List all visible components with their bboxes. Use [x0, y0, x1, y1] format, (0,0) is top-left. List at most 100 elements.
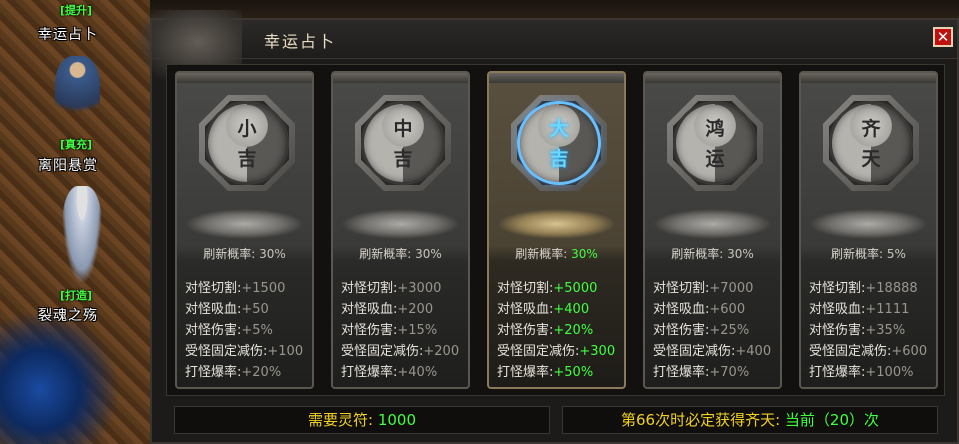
rate-value: 30%	[571, 247, 598, 261]
lucky-divination-panel: 幸运占卜 ✕ 小 吉 刷新概率: 30% 对怪切割:+1500 对怪吸血:+50…	[132, 10, 959, 444]
stat-label: 打怪爆率:	[185, 365, 242, 380]
npc-name-soul-rend[interactable]: 裂魂之殇	[38, 305, 98, 325]
stat-value: +100	[267, 344, 304, 359]
rate-label: 刷新概率:	[359, 247, 412, 261]
card-top-ornament	[645, 73, 780, 83]
npc-name-liyang-bounty[interactable]: 离阳悬赏	[38, 155, 98, 175]
rate-value: 5%	[886, 247, 906, 261]
fortune-char-top: 小	[237, 118, 257, 140]
rate-label: 刷新概率:	[831, 247, 884, 261]
stat-row: 对怪伤害:+35%	[809, 319, 934, 340]
stat-row: 受怪固定减伤:+200	[341, 340, 466, 361]
stat-value: +5%	[241, 323, 273, 338]
stat-row: 对怪吸血:+400	[497, 298, 622, 319]
card-top-ornament	[801, 73, 936, 83]
stat-label: 对怪切割:	[497, 281, 554, 296]
npc-tag: [提升]	[60, 4, 93, 17]
stat-label: 对怪切割:	[341, 281, 398, 296]
stat-value: +100%	[865, 365, 914, 380]
stat-row: 对怪吸血:+1111	[809, 298, 934, 319]
stat-label: 受怪固定减伤:	[809, 344, 892, 359]
stat-row: 对怪切割:+18888	[809, 277, 934, 298]
fortune-char-bottom: 天	[861, 148, 881, 170]
stats-list: 对怪切割:+7000 对怪吸血:+600 对怪伤害:+25% 受怪固定减伤:+4…	[653, 277, 778, 382]
stat-value: +400	[735, 344, 772, 359]
rate-value: 30%	[727, 247, 754, 261]
rate-label: 刷新概率:	[515, 247, 568, 261]
close-button[interactable]: ✕	[933, 27, 953, 47]
npc-tag: [真充]	[60, 138, 93, 151]
stat-value: +5000	[553, 281, 598, 296]
game-world-background-top	[150, 0, 959, 20]
stat-label: 对怪切割:	[653, 281, 710, 296]
stat-row: 对怪吸血:+50	[185, 298, 310, 319]
fortune-char-top: 大	[549, 118, 569, 140]
stat-label: 打怪爆率:	[341, 365, 398, 380]
stat-row: 对怪吸血:+600	[653, 298, 778, 319]
stat-label: 受怪固定减伤:	[497, 344, 580, 359]
fortune-char-bottom: 吉	[237, 148, 257, 170]
stat-label: 对怪伤害:	[185, 323, 242, 338]
rate-value: 30%	[259, 247, 286, 261]
stat-row: 打怪爆率:+70%	[653, 361, 778, 382]
stat-value: +200	[423, 344, 460, 359]
fortune-char-top: 中	[393, 118, 413, 140]
title-bar[interactable]: 幸运占卜 ✕	[132, 10, 957, 90]
stat-label: 对怪伤害:	[809, 323, 866, 338]
stat-value: +300	[579, 344, 616, 359]
taiji-icon: 中 吉	[364, 104, 442, 182]
stat-value: +50	[241, 302, 269, 317]
stat-value: +18888	[865, 281, 918, 296]
stat-value: +35%	[865, 323, 906, 338]
stat-value: +20%	[553, 323, 594, 338]
fortune-card-small-luck[interactable]: 小 吉 刷新概率: 30% 对怪切割:+1500 对怪吸血:+50 对怪伤害:+…	[175, 71, 314, 389]
stat-value: +200	[397, 302, 434, 317]
taiji-icon: 鸿 运	[676, 104, 754, 182]
stat-label: 受怪固定减伤:	[341, 344, 424, 359]
npc-figure-1[interactable]	[55, 56, 100, 126]
card-top-ornament	[177, 73, 312, 83]
fortune-card-grand-fortune[interactable]: 鸿 运 刷新概率: 30% 对怪切割:+7000 对怪吸血:+600 对怪伤害:…	[643, 71, 782, 389]
fortune-card-great-luck[interactable]: 大 吉 刷新概率: 30% 对怪切割:+5000 对怪吸血:+400 对怪伤害:…	[487, 71, 626, 389]
stat-row: 对怪切割:+3000	[341, 277, 466, 298]
fortune-char-bottom: 吉	[393, 148, 413, 170]
fortune-char-bottom: 吉	[549, 148, 569, 170]
stat-label: 对怪伤害:	[653, 323, 710, 338]
fortune-char-top: 鸿	[705, 118, 725, 140]
stats-list: 对怪切割:+18888 对怪吸血:+1111 对怪伤害:+35% 受怪固定减伤:…	[809, 277, 934, 382]
stat-row: 对怪伤害:+25%	[653, 319, 778, 340]
refresh-rate: 刷新概率: 30%	[333, 245, 468, 262]
altar-icon	[341, 209, 460, 239]
stat-row: 对怪伤害:+15%	[341, 319, 466, 340]
stat-row: 对怪伤害:+5%	[185, 319, 310, 340]
npc-tag: [打造]	[60, 289, 93, 302]
cost-bar: 需要灵符: 1000	[174, 406, 550, 434]
stat-label: 对怪吸血:	[185, 302, 242, 317]
stat-label: 对怪吸血:	[809, 302, 866, 317]
stat-label: 打怪爆率:	[653, 365, 710, 380]
stat-label: 对怪伤害:	[497, 323, 554, 338]
altar-icon	[185, 209, 304, 239]
stats-list: 对怪切割:+5000 对怪吸血:+400 对怪伤害:+20% 受怪固定减伤:+3…	[497, 277, 622, 382]
refresh-rate: 刷新概率: 30%	[645, 245, 780, 262]
rate-value: 30%	[415, 247, 442, 261]
guarantee-value: 当前（20）次	[784, 411, 880, 429]
fortune-card-heaven-equal[interactable]: 齐 天 刷新概率: 5% 对怪切割:+18888 对怪吸血:+1111 对怪伤害…	[799, 71, 938, 389]
stat-row: 对怪切割:+1500	[185, 277, 310, 298]
stat-value: +1500	[241, 281, 286, 296]
rate-label: 刷新概率:	[203, 247, 256, 261]
fortune-card-medium-luck[interactable]: 中 吉 刷新概率: 30% 对怪切割:+3000 对怪吸血:+200 对怪伤害:…	[331, 71, 470, 389]
cards-area: 小 吉 刷新概率: 30% 对怪切割:+1500 对怪吸血:+50 对怪伤害:+…	[166, 64, 945, 396]
stats-list: 对怪切割:+1500 对怪吸血:+50 对怪伤害:+5% 受怪固定减伤:+100…	[185, 277, 310, 382]
stat-row: 打怪爆率:+100%	[809, 361, 934, 382]
npc-name-lucky-divination[interactable]: 幸运占卜	[38, 24, 98, 44]
stat-value: +600	[709, 302, 746, 317]
cost-value: 1000	[377, 411, 417, 429]
panel-title: 幸运占卜	[264, 32, 337, 51]
npc-figure-2[interactable]	[62, 186, 102, 282]
stat-value: +25%	[709, 323, 750, 338]
stats-list: 对怪切割:+3000 对怪吸血:+200 对怪伤害:+15% 受怪固定减伤:+2…	[341, 277, 466, 382]
card-top-ornament	[489, 73, 624, 83]
stat-value: +600	[891, 344, 928, 359]
stat-value: +7000	[709, 281, 754, 296]
